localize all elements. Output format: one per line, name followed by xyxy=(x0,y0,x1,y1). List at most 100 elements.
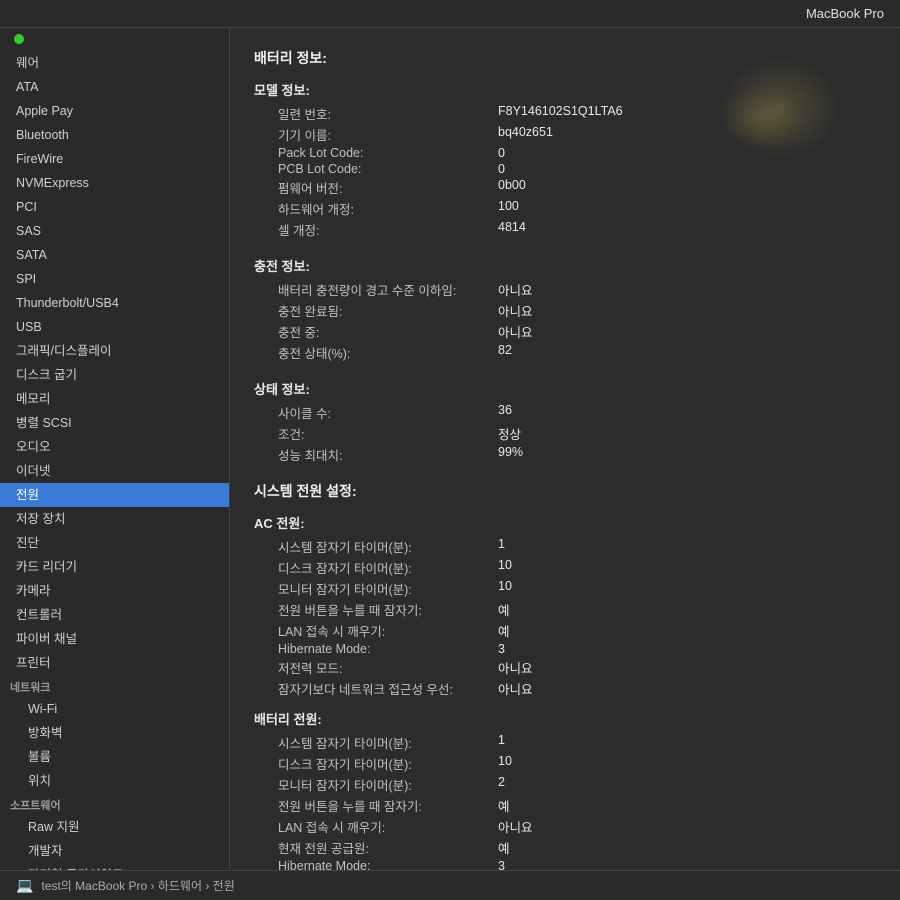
table-row: 충전 중:아니요 xyxy=(254,321,876,342)
row-label: 충전 상태(%): xyxy=(278,343,498,362)
sidebar-item[interactable]: FireWire xyxy=(0,147,229,171)
status-section-title: 상태 정보: xyxy=(254,379,876,398)
table-row: 셀 개정:4814 xyxy=(254,219,876,240)
sidebar-item[interactable]: 진단 xyxy=(0,531,229,555)
sidebar-item[interactable]: 프린터 xyxy=(0,651,229,675)
sidebar-item-sub[interactable]: 관리형 클라이언트 xyxy=(0,863,229,870)
status-dot xyxy=(14,34,24,44)
row-value: 예 xyxy=(498,796,510,815)
row-value: 예 xyxy=(498,621,510,640)
sidebar-item[interactable]: 카드 리더기 xyxy=(0,555,229,579)
table-row: 배터리 충전량이 경고 수준 이하임:아니요 xyxy=(254,279,876,300)
sidebar-item[interactable]: 전원 xyxy=(0,483,229,507)
table-row: 전원 버튼을 누를 때 잠자기:예 xyxy=(254,599,876,620)
table-row: 조건:정상 xyxy=(254,423,876,444)
row-label: 전원 버튼을 누를 때 잠자기: xyxy=(278,796,498,815)
sidebar-header: 네트워크 xyxy=(0,675,229,697)
row-label: 펌웨어 버전: xyxy=(278,178,498,197)
row-label: LAN 접속 시 깨우기: xyxy=(278,817,498,836)
sidebar-item[interactable]: 저장 장치 xyxy=(0,507,229,531)
sidebar-item[interactable]: 오디오 xyxy=(0,435,229,459)
row-value: 2 xyxy=(498,775,505,794)
table-row: 잠자기보다 네트워크 접근성 우선:아니요 xyxy=(254,678,876,699)
row-label: 성능 최대치: xyxy=(278,445,498,464)
ac-section-title: AC 전원: xyxy=(254,513,876,532)
row-value: 10 xyxy=(498,558,512,577)
row-value: 아니요 xyxy=(498,679,533,698)
charge-section-title: 충전 정보: xyxy=(254,256,876,275)
table-row: 충전 완료됨:아니요 xyxy=(254,300,876,321)
row-value: 0 xyxy=(498,162,505,176)
model-section-title: 모델 정보: xyxy=(254,80,876,99)
table-row: 사이클 수:36 xyxy=(254,402,876,423)
sidebar-item[interactable]: 파이버 채널 xyxy=(0,627,229,651)
row-label: 디스크 잠자기 타이머(분): xyxy=(278,558,498,577)
table-row: 전원 버튼을 누를 때 잠자기:예 xyxy=(254,795,876,816)
sidebar-item-sub[interactable]: 방화벽 xyxy=(0,721,229,745)
sidebar-item[interactable]: ATA xyxy=(0,75,229,99)
sidebar-item[interactable]: 디스크 굽기 xyxy=(0,363,229,387)
breadcrumb-bar: 💻 test의 MacBook Pro › 하드웨어 › 전원 xyxy=(0,870,900,900)
table-row: PCB Lot Code:0 xyxy=(254,161,876,177)
top-bar: MacBook Pro xyxy=(0,0,900,28)
row-value: 정상 xyxy=(498,424,521,443)
row-value: 예 xyxy=(498,838,510,857)
sidebar-item[interactable]: USB xyxy=(0,315,229,339)
sidebar-item[interactable]: 메모리 xyxy=(0,387,229,411)
sidebar-item[interactable]: SPI xyxy=(0,267,229,291)
table-row: Hibernate Mode:3 xyxy=(254,641,876,657)
row-value: 1 xyxy=(498,733,505,752)
table-row: 하드웨어 개정:100 xyxy=(254,198,876,219)
sidebar-item[interactable]: PCI xyxy=(0,195,229,219)
row-label: 충전 완료됨: xyxy=(278,301,498,320)
row-label: 디스크 잠자기 타이머(분): xyxy=(278,754,498,773)
sidebar-item[interactable]: Bluetooth xyxy=(0,123,229,147)
sidebar-item[interactable]: 그래픽/디스플레이 xyxy=(0,339,229,363)
sidebar-item[interactable]: SAS xyxy=(0,219,229,243)
row-value: 10 xyxy=(498,579,512,598)
row-value: 0b00 xyxy=(498,178,526,197)
row-label: 모니터 잠자기 타이머(분): xyxy=(278,579,498,598)
table-row: 충전 상태(%):82 xyxy=(254,342,876,363)
sidebar-item[interactable]: 카메라 xyxy=(0,579,229,603)
row-value: 아니요 xyxy=(498,280,533,299)
row-value: 10 xyxy=(498,754,512,773)
sidebar-item-sub[interactable]: 볼륨 xyxy=(0,745,229,769)
sidebar-item-sub[interactable]: Wi-Fi xyxy=(0,697,229,721)
sidebar: 웨어ATAApple PayBluetoothFireWireNVMExpres… xyxy=(0,28,230,870)
row-value: 100 xyxy=(498,199,519,218)
sidebar-item-sub[interactable]: Raw 지원 xyxy=(0,815,229,839)
sidebar-item[interactable]: SATA xyxy=(0,243,229,267)
table-row: 시스템 잠자기 타이머(분):1 xyxy=(254,732,876,753)
sidebar-item-sub[interactable]: 개발자 xyxy=(0,839,229,863)
row-label: 저전력 모드: xyxy=(278,658,498,677)
sidebar-item[interactable]: Apple Pay xyxy=(0,99,229,123)
row-value: 3 xyxy=(498,859,505,870)
battery-section-title: 배터리 전원: xyxy=(254,709,876,728)
main-layout: 웨어ATAApple PayBluetoothFireWireNVMExpres… xyxy=(0,28,900,870)
table-row: Pack Lot Code:0 xyxy=(254,145,876,161)
table-row: 일련 번호:F8Y146102S1Q1LTA6 xyxy=(254,103,876,124)
sidebar-item[interactable]: 웨어 xyxy=(0,51,229,75)
sidebar-item[interactable]: 컨트롤러 xyxy=(0,603,229,627)
window-title: MacBook Pro xyxy=(806,6,884,21)
row-label: 모니터 잠자기 타이머(분): xyxy=(278,775,498,794)
sidebar-item[interactable]: 병렬 SCSI xyxy=(0,411,229,435)
table-row: 성능 최대치:99% xyxy=(254,444,876,465)
ac-power-block: AC 전원: 시스템 잠자기 타이머(분):1디스크 잠자기 타이머(분):10… xyxy=(254,513,876,699)
row-value: 36 xyxy=(498,403,512,422)
charge-info-block: 충전 정보: 배터리 충전량이 경고 수준 이하임:아니요충전 완료됨:아니요충… xyxy=(254,256,876,363)
battery-info-title: 배터리 정보: xyxy=(254,48,876,68)
row-value: 82 xyxy=(498,343,512,362)
breadcrumb-path: test의 MacBook Pro › 하드웨어 › 전원 xyxy=(41,877,234,894)
system-power-title: 시스템 전원 설정: xyxy=(254,481,876,501)
sidebar-item[interactable]: 이더넷 xyxy=(0,459,229,483)
sidebar-item[interactable]: NVMExpress xyxy=(0,171,229,195)
sidebar-item-sub[interactable]: 위치 xyxy=(0,769,229,793)
row-value: 4814 xyxy=(498,220,526,239)
row-label: 잠자기보다 네트워크 접근성 우선: xyxy=(278,679,498,698)
sidebar-item[interactable]: Thunderbolt/USB4 xyxy=(0,291,229,315)
row-value: 아니요 xyxy=(498,817,533,836)
row-label: 하드웨어 개정: xyxy=(278,199,498,218)
row-label: Pack Lot Code: xyxy=(278,146,498,160)
